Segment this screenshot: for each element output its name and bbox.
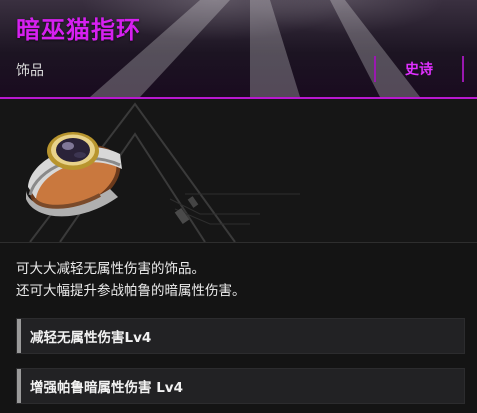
rarity-badge: 史诗 bbox=[374, 56, 464, 82]
item-name: 暗巫猫指环 bbox=[16, 16, 141, 44]
effect-row: 减轻无属性伤害Lv4 bbox=[16, 318, 465, 354]
item-art-panel bbox=[0, 99, 477, 242]
effect-row: 增强帕鲁暗属性伤害 Lv4 bbox=[16, 368, 465, 404]
effect-label: 减轻无属性伤害Lv4 bbox=[30, 330, 152, 346]
effect-label: 增强帕鲁暗属性伤害 Lv4 bbox=[30, 380, 183, 396]
item-art bbox=[26, 102, 300, 242]
ring-icon bbox=[26, 132, 122, 217]
item-description: 可大大减轻无属性伤害的饰品。 还可大幅提升参战帕鲁的暗属性伤害。 bbox=[16, 258, 456, 302]
item-category: 饰品 bbox=[16, 63, 44, 79]
item-header: 暗巫猫指环 饰品 史诗 bbox=[0, 0, 477, 97]
description-line: 可大大减轻无属性伤害的饰品。 bbox=[16, 261, 205, 277]
description-line: 还可大幅提升参战帕鲁的暗属性伤害。 bbox=[16, 283, 246, 299]
section-divider bbox=[0, 242, 477, 243]
